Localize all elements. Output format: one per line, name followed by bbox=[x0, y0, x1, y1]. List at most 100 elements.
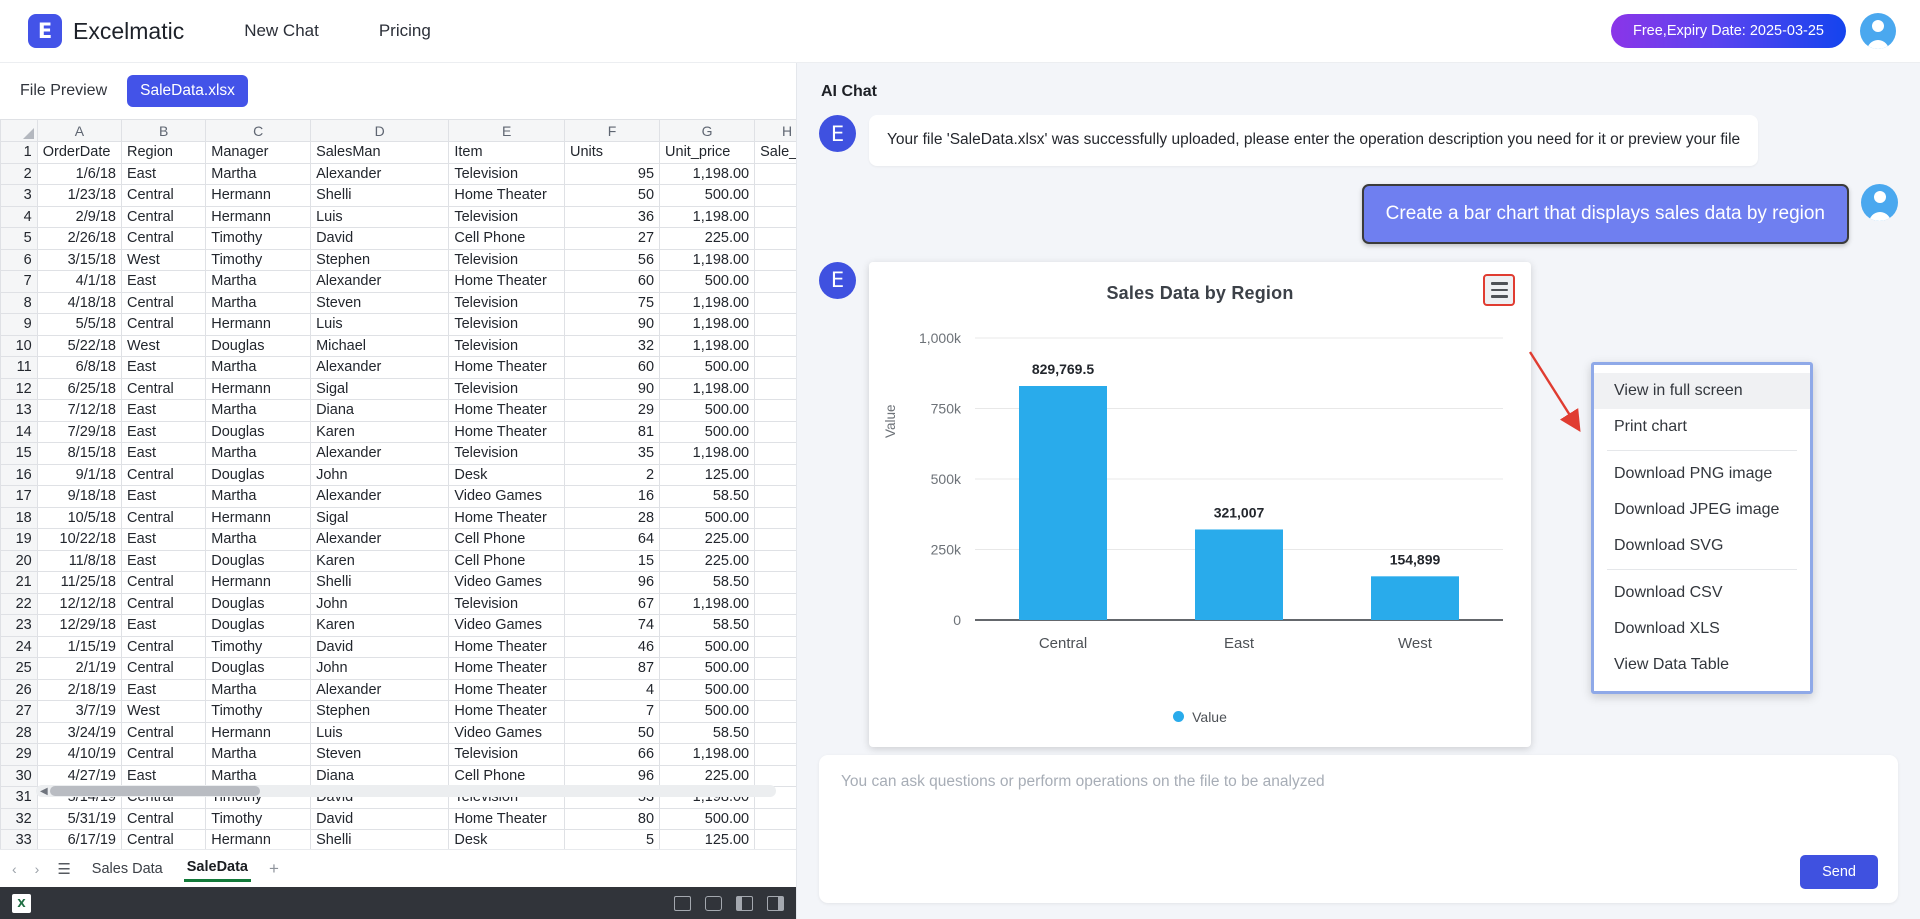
table-cell[interactable]: East bbox=[122, 421, 206, 443]
sheet-list-icon[interactable]: ☰ bbox=[57, 860, 70, 878]
table-cell[interactable]: 1,198.00 bbox=[660, 206, 755, 228]
table-cell[interactable]: Martha bbox=[206, 400, 311, 422]
table-row[interactable]: 304/27/19EastMarthaDianaCell Phone96225.… bbox=[1, 765, 797, 787]
table-cell[interactable]: John bbox=[311, 464, 449, 486]
table-row[interactable]: 158/15/18EastMarthaAlexanderTelevision35… bbox=[1, 443, 797, 465]
table-cell[interactable]: 500.00 bbox=[660, 507, 755, 529]
table-cell[interactable]: 5 bbox=[564, 830, 659, 850]
table-cell[interactable]: 12/12/18 bbox=[37, 593, 121, 615]
table-cell[interactable] bbox=[755, 486, 796, 508]
table-row[interactable]: 273/7/19WestTimothyStephenHome Theater75… bbox=[1, 701, 797, 723]
table-cell[interactable]: Central bbox=[122, 658, 206, 680]
table-cell[interactable]: Television bbox=[449, 163, 565, 185]
table-cell[interactable] bbox=[755, 550, 796, 572]
table-cell[interactable]: Central bbox=[122, 292, 206, 314]
table-cell[interactable]: 90 bbox=[564, 378, 659, 400]
table-cell[interactable]: Martha bbox=[206, 357, 311, 379]
table-cell[interactable]: Martha bbox=[206, 163, 311, 185]
table-cell[interactable]: East bbox=[122, 400, 206, 422]
table-cell[interactable]: Hermann bbox=[206, 507, 311, 529]
table-cell[interactable]: Martha bbox=[206, 679, 311, 701]
table-cell[interactable]: 225.00 bbox=[660, 228, 755, 250]
row-number[interactable]: 9 bbox=[1, 314, 38, 336]
table-cell[interactable]: Shelli bbox=[311, 185, 449, 207]
table-row[interactable]: 283/24/19CentralHermannLuisVideo Games50… bbox=[1, 722, 797, 744]
table-cell[interactable]: 95 bbox=[564, 163, 659, 185]
row-number[interactable]: 2 bbox=[1, 163, 38, 185]
table-cell[interactable]: 60 bbox=[564, 357, 659, 379]
row-number[interactable]: 31 bbox=[1, 787, 38, 809]
table-cell[interactable]: 12/29/18 bbox=[37, 615, 121, 637]
table-cell[interactable] bbox=[755, 228, 796, 250]
table-row[interactable]: 137/12/18EastMarthaDianaHome Theater2950… bbox=[1, 400, 797, 422]
table-cell[interactable] bbox=[755, 357, 796, 379]
table-cell[interactable]: Home Theater bbox=[449, 400, 565, 422]
table-cell[interactable]: East bbox=[122, 615, 206, 637]
table-cell[interactable]: 500.00 bbox=[660, 679, 755, 701]
table-cell[interactable]: Desk bbox=[449, 830, 565, 850]
table-cell[interactable]: Alexander bbox=[311, 271, 449, 293]
table-cell[interactable]: 225.00 bbox=[660, 529, 755, 551]
row-number[interactable]: 12 bbox=[1, 378, 38, 400]
context-menu-item[interactable]: View Data Table bbox=[1594, 647, 1810, 683]
table-cell[interactable] bbox=[755, 615, 796, 637]
row-number[interactable]: 32 bbox=[1, 808, 38, 830]
table-row[interactable]: 84/18/18CentralMarthaStevenTelevision751… bbox=[1, 292, 797, 314]
table-cell[interactable]: Douglas bbox=[206, 615, 311, 637]
table-cell[interactable]: 500.00 bbox=[660, 808, 755, 830]
table-cell[interactable]: Desk bbox=[449, 464, 565, 486]
column-header-d[interactable]: D bbox=[311, 120, 449, 142]
row-number[interactable]: 21 bbox=[1, 572, 38, 594]
table-row[interactable]: 1OrderDateRegionManagerSalesManItemUnits… bbox=[1, 142, 797, 164]
table-cell[interactable]: Steven bbox=[311, 292, 449, 314]
table-cell[interactable]: Cell Phone bbox=[449, 228, 565, 250]
sheet-prev-arrow-icon[interactable]: ‹ bbox=[12, 861, 17, 877]
table-cell[interactable]: 46 bbox=[564, 636, 659, 658]
table-cell[interactable]: 5/5/18 bbox=[37, 314, 121, 336]
table-cell[interactable] bbox=[755, 765, 796, 787]
sheet-tab-sales-data[interactable]: Sales Data bbox=[89, 857, 166, 881]
table-cell[interactable]: 75 bbox=[564, 292, 659, 314]
table-cell[interactable]: Hermann bbox=[206, 206, 311, 228]
row-number[interactable]: 1 bbox=[1, 142, 38, 164]
chart-bar[interactable] bbox=[1019, 386, 1107, 620]
table-cell[interactable]: 58.50 bbox=[660, 486, 755, 508]
table-cell[interactable]: Manager bbox=[206, 142, 311, 164]
table-cell[interactable]: Martha bbox=[206, 292, 311, 314]
row-number[interactable]: 15 bbox=[1, 443, 38, 465]
table-cell[interactable]: Video Games bbox=[449, 722, 565, 744]
table-cell[interactable]: 1/23/18 bbox=[37, 185, 121, 207]
column-header-f[interactable]: F bbox=[564, 120, 659, 142]
table-cell[interactable]: 6/25/18 bbox=[37, 378, 121, 400]
table-cell[interactable]: 225.00 bbox=[660, 765, 755, 787]
table-cell[interactable] bbox=[755, 529, 796, 551]
table-cell[interactable]: 29 bbox=[564, 400, 659, 422]
row-number[interactable]: 30 bbox=[1, 765, 38, 787]
table-cell[interactable]: East bbox=[122, 443, 206, 465]
table-cell[interactable]: Cell Phone bbox=[449, 550, 565, 572]
table-cell[interactable]: 7/12/18 bbox=[37, 400, 121, 422]
table-cell[interactable]: 96 bbox=[564, 572, 659, 594]
table-cell[interactable]: Diana bbox=[311, 765, 449, 787]
table-cell[interactable]: 64 bbox=[564, 529, 659, 551]
row-number[interactable]: 24 bbox=[1, 636, 38, 658]
table-cell[interactable]: Television bbox=[449, 292, 565, 314]
table-cell[interactable]: Television bbox=[449, 206, 565, 228]
table-cell[interactable] bbox=[755, 421, 796, 443]
row-number[interactable]: 3 bbox=[1, 185, 38, 207]
table-cell[interactable]: Television bbox=[449, 249, 565, 271]
table-cell[interactable]: 27 bbox=[564, 228, 659, 250]
table-cell[interactable]: 225.00 bbox=[660, 550, 755, 572]
table-cell[interactable]: Martha bbox=[206, 744, 311, 766]
table-cell[interactable]: 4/27/19 bbox=[37, 765, 121, 787]
table-cell[interactable]: 2/1/19 bbox=[37, 658, 121, 680]
table-row[interactable]: 252/1/19CentralDouglasJohnHome Theater87… bbox=[1, 658, 797, 680]
table-cell[interactable]: Diana bbox=[311, 400, 449, 422]
table-cell[interactable]: Hermann bbox=[206, 830, 311, 850]
table-cell[interactable]: Alexander bbox=[311, 443, 449, 465]
table-cell[interactable]: West bbox=[122, 701, 206, 723]
table-cell[interactable]: 125.00 bbox=[660, 464, 755, 486]
table-row[interactable]: 2111/25/18CentralHermannShelliVideo Game… bbox=[1, 572, 797, 594]
table-cell[interactable]: David bbox=[311, 228, 449, 250]
column-header-h[interactable]: H bbox=[755, 120, 796, 142]
